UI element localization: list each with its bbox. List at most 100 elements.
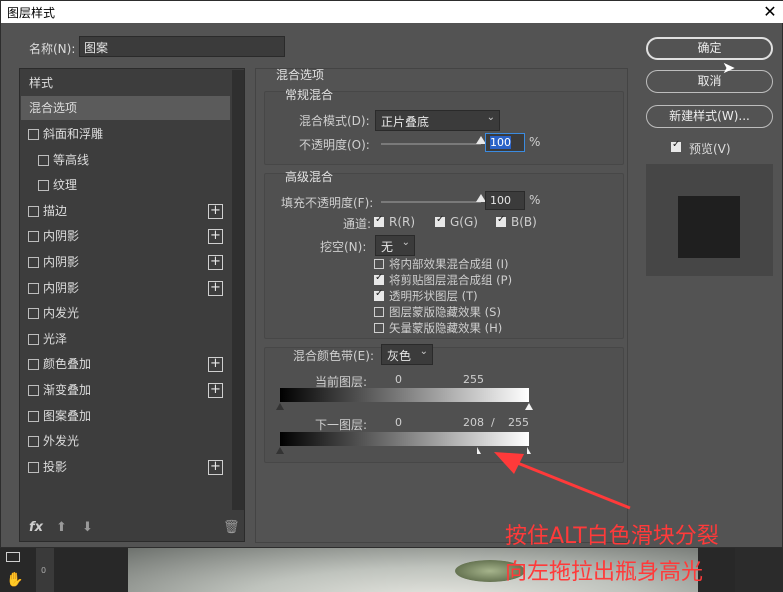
add-effect-icon[interactable]: + [208, 203, 223, 219]
style-item[interactable]: 内阴影 + [21, 224, 230, 248]
rectangle-tool-icon[interactable] [6, 552, 20, 562]
style-item-checkbox[interactable] [38, 154, 49, 166]
annotation-arrow [494, 452, 631, 510]
channel-g-checkbox[interactable] [435, 214, 445, 227]
right-panel-strip [735, 548, 783, 592]
dialog-title: 图层样式 [7, 6, 56, 20]
style-item[interactable]: 斜面和浮雕 [21, 122, 230, 146]
channel-g-label: G(G) [450, 215, 478, 229]
channel-b-checkbox[interactable] [496, 214, 506, 227]
blend-if-dropdown[interactable]: 灰色 ⌄ [381, 344, 433, 365]
style-item-label: 颜色叠加 [43, 357, 92, 372]
new-style-button[interactable]: 新建样式(W)... [646, 105, 773, 128]
style-item-checkbox[interactable] [28, 410, 39, 422]
style-item[interactable]: 内阴影 + [21, 250, 230, 274]
fx-icon[interactable]: fx [29, 520, 43, 535]
style-item-label: 投影 [43, 459, 68, 474]
style-item-blending-options[interactable]: 混合选项 [21, 96, 230, 120]
style-item-checkbox[interactable] [28, 333, 39, 345]
style-item[interactable]: 颜色叠加 + [21, 352, 230, 376]
style-item-label: 混合选项 [29, 101, 78, 115]
ok-button[interactable]: 确定 [646, 37, 773, 60]
chevron-down-icon: ⌄ [419, 346, 428, 357]
blending-options-title: 混合选项 [276, 68, 325, 82]
advanced-option-label: 图层蒙版隐藏效果 (S) [389, 305, 501, 319]
add-effect-icon[interactable]: + [208, 459, 223, 475]
advanced-option-label: 透明形状图层 (T) [389, 289, 478, 303]
name-input[interactable]: 图案 [79, 36, 285, 57]
hand-tool-icon[interactable]: ✋ [6, 572, 23, 588]
style-item-checkbox[interactable] [28, 436, 39, 448]
style-item-checkbox[interactable] [38, 180, 49, 192]
style-item[interactable]: 图案叠加 [21, 404, 230, 428]
style-item[interactable]: 内发光 [21, 301, 230, 325]
add-effect-icon[interactable]: + [208, 280, 223, 296]
style-item-checkbox[interactable] [28, 129, 39, 140]
cancel-button[interactable]: 取消 [646, 70, 773, 93]
underlying-split-value: 208 [463, 416, 484, 429]
advanced-option-label: 将内部效果混合成组 (I) [389, 257, 509, 271]
style-item-checkbox[interactable] [28, 282, 39, 294]
style-item-checkbox[interactable] [28, 231, 39, 243]
style-item-checkbox[interactable] [28, 359, 39, 371]
opacity-input[interactable]: 100 [485, 133, 525, 152]
style-item-checkbox[interactable] [28, 205, 39, 217]
style-item-checkbox[interactable] [28, 257, 39, 268]
blend-if-value: 灰色 [387, 349, 412, 363]
annotation-text-line1: 按住ALT白色滑块分裂 [505, 524, 719, 549]
style-item-label: 内发光 [43, 306, 80, 321]
fill-opacity-slider-track[interactable] [381, 201, 481, 203]
this-layer-low: 0 [395, 373, 402, 386]
style-item-checkbox[interactable] [28, 308, 39, 320]
fill-opacity-input[interactable]: 100 [485, 191, 525, 210]
underlying-label: 下一图层: [315, 418, 368, 432]
add-effect-icon[interactable]: + [208, 255, 223, 270]
style-item[interactable]: 描边 + [21, 199, 230, 223]
add-effect-icon[interactable]: + [208, 357, 223, 373]
opacity-slider-track[interactable] [381, 143, 481, 145]
channel-r-label: R(R) [389, 215, 416, 229]
advanced-option-checkbox[interactable] [374, 307, 384, 317]
this-layer-gradient [280, 388, 529, 402]
add-effect-icon[interactable]: + [208, 229, 223, 245]
advanced-blending-title: 高级混合 [285, 170, 334, 184]
close-icon[interactable]: ✕ [759, 1, 781, 23]
advanced-option-checkbox[interactable] [374, 323, 384, 333]
knockout-dropdown[interactable]: 无 ⌄ [375, 235, 415, 256]
style-item[interactable]: 投影 + [21, 455, 230, 479]
style-item-label: 斜面和浮雕 [43, 127, 104, 141]
style-item[interactable]: 外发光 [21, 429, 230, 453]
advanced-option-checkbox[interactable] [374, 272, 384, 285]
opacity-label: 不透明度(O): [299, 138, 370, 152]
this-layer-white-slider[interactable] [525, 403, 533, 410]
style-list-header[interactable]: 样式 [21, 71, 230, 95]
move-up-icon[interactable]: ⬆ [56, 520, 67, 535]
blend-mode-value: 正片叠底 [381, 115, 430, 129]
move-down-icon[interactable]: ⬇ [82, 520, 93, 535]
advanced-option-checkbox[interactable] [374, 288, 384, 301]
style-item-checkbox[interactable] [28, 461, 39, 473]
chevron-down-icon: ⌄ [486, 112, 495, 123]
style-item[interactable]: 光泽 [21, 327, 230, 351]
blend-mode-label: 混合模式(D): [299, 114, 370, 128]
blend-mode-dropdown[interactable]: 正片叠底 ⌄ [375, 110, 500, 131]
style-item[interactable]: 渐变叠加 + [21, 378, 230, 402]
style-item[interactable]: 纹理 [21, 173, 230, 197]
underlying-high: 255 [508, 416, 529, 429]
channel-r-checkbox[interactable] [374, 214, 384, 227]
style-item[interactable]: 等高线 [21, 148, 230, 172]
style-item-checkbox[interactable] [28, 385, 39, 396]
style-item-label: 渐变叠加 [43, 383, 92, 397]
layer-style-dialog: 图层样式 ✕ 名称(N): 图案 样式 混合选项 斜面和浮雕 等高线 纹理 描边 + 内阴… [0, 0, 783, 548]
add-effect-icon[interactable]: + [208, 383, 223, 398]
underlying-black-slider[interactable] [276, 447, 284, 454]
preview-swatch-inner [678, 196, 740, 258]
this-layer-black-slider[interactable] [276, 403, 284, 410]
style-item[interactable]: 内阴影 + [21, 276, 230, 300]
opacity-unit: % [529, 135, 541, 149]
style-list: 样式 混合选项 斜面和浮雕 等高线 纹理 描边 + 内阴影 + 内阴影 + 内阴影 + 内发光 光泽 颜色… [19, 68, 245, 542]
trash-icon[interactable]: 🗑 [223, 520, 240, 535]
advanced-option-checkbox[interactable] [374, 259, 384, 269]
style-list-scrollbar[interactable] [232, 70, 244, 510]
preview-checkbox[interactable] [671, 139, 681, 152]
